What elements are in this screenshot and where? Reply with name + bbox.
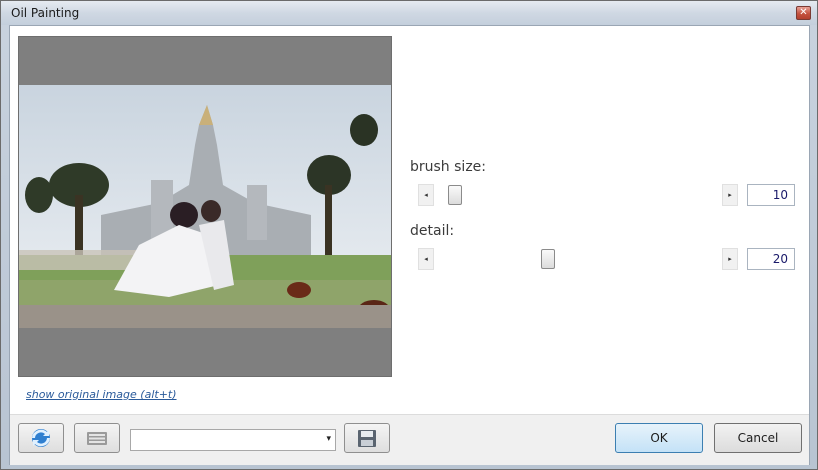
brush-size-label: brush size: <box>410 159 486 175</box>
chevron-down-icon: ▾ <box>326 434 331 444</box>
brush-size-slider[interactable]: ◂ ▸ <box>418 184 741 206</box>
detail-label: detail: <box>410 223 455 239</box>
cancel-button[interactable]: Cancel <box>714 423 802 453</box>
left-arrow-icon: ◂ <box>424 255 428 263</box>
window-title: Oil Painting <box>11 6 80 20</box>
refresh-icon <box>32 429 50 447</box>
brush-size-value[interactable]: 10 <box>747 184 795 206</box>
save-icon <box>358 430 376 447</box>
show-original-link[interactable]: show original image (alt+t) <box>26 388 177 401</box>
dialog-content: show original image (alt+t) brush size: … <box>9 25 810 465</box>
refresh-button[interactable] <box>18 423 64 453</box>
preview-image <box>19 85 391 328</box>
ok-button[interactable]: OK <box>615 423 703 453</box>
detail-value[interactable]: 20 <box>747 248 795 270</box>
brush-size-increase-button[interactable]: ▸ <box>722 184 738 206</box>
detail-decrease-button[interactable]: ◂ <box>418 248 434 270</box>
title-bar[interactable]: Oil Painting ✕ <box>1 1 817 25</box>
preset-combo[interactable]: ▾ <box>130 429 336 451</box>
brush-size-decrease-button[interactable]: ◂ <box>418 184 434 206</box>
close-icon: ✕ <box>799 7 808 18</box>
left-arrow-icon: ◂ <box>424 191 428 199</box>
right-arrow-icon: ▸ <box>728 191 732 199</box>
bottom-toolbar: ▾ OK Cancel <box>10 414 809 465</box>
keyboard-button[interactable] <box>74 423 120 453</box>
brush-size-thumb[interactable] <box>448 185 462 205</box>
dialog-window: Oil Painting ✕ show original image (alt+… <box>0 0 818 470</box>
detail-slider[interactable]: ◂ ▸ <box>418 248 741 270</box>
keyboard-icon <box>87 432 107 445</box>
preview-panel <box>18 36 392 377</box>
right-arrow-icon: ▸ <box>728 255 732 263</box>
detail-thumb[interactable] <box>541 249 555 269</box>
detail-increase-button[interactable]: ▸ <box>722 248 738 270</box>
close-button[interactable]: ✕ <box>796 6 811 20</box>
save-preset-button[interactable] <box>344 423 390 453</box>
